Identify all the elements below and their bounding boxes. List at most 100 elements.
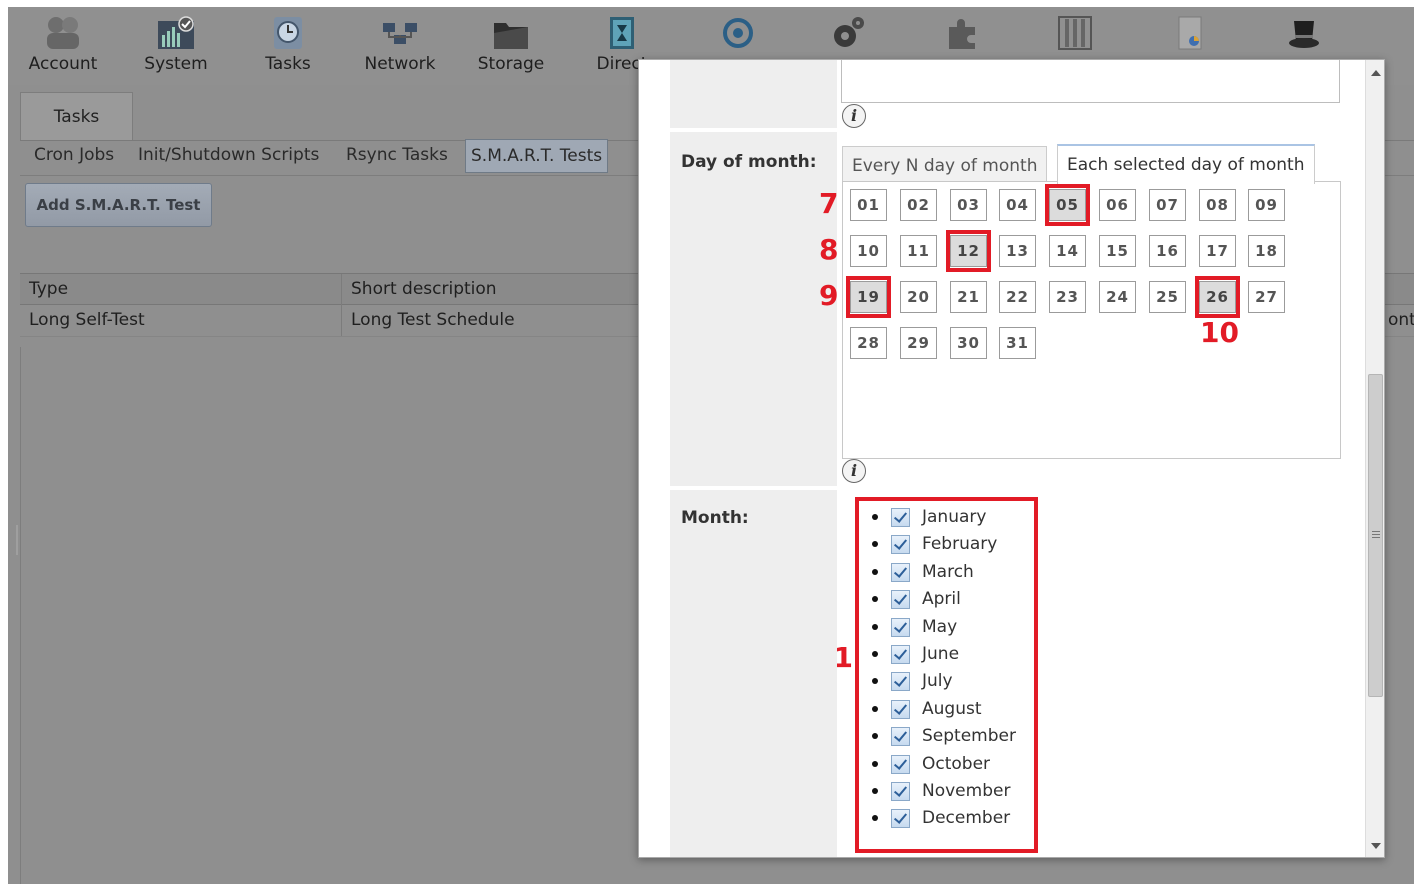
highlight-box-19 (846, 276, 891, 318)
day-button-11[interactable]: 11 (900, 235, 937, 267)
cell-truncated: ont (1388, 310, 1414, 330)
storage-icon (494, 23, 528, 49)
day-button-31[interactable]: 31 (999, 327, 1036, 359)
scrollbar-thumb[interactable] (1368, 374, 1383, 697)
network-icon (383, 23, 417, 44)
tasks-icon (274, 17, 302, 49)
day-button-13[interactable]: 13 (999, 235, 1036, 267)
label-column-top (670, 60, 837, 128)
bullet-icon (872, 596, 878, 602)
checkbox-october[interactable] (891, 755, 910, 774)
day-button-17[interactable]: 17 (1199, 235, 1236, 267)
column-header-type[interactable]: Type (20, 274, 342, 305)
month-label-november: November (922, 781, 1011, 801)
checkbox-february[interactable] (891, 535, 910, 554)
day-button-03[interactable]: 03 (950, 189, 987, 221)
add-smart-test-button[interactable]: Add S.M.A.R.T. Test (25, 183, 212, 227)
day-button-15[interactable]: 15 (1099, 235, 1136, 267)
bullet-icon (872, 788, 878, 794)
highlight-box-26 (1195, 276, 1240, 318)
info-icon[interactable]: i (842, 459, 866, 483)
bullet-icon (872, 624, 878, 630)
bullet-icon (872, 733, 878, 739)
month-label-august: August (922, 699, 982, 719)
tab-every-n-day[interactable]: Every N day of month (842, 146, 1048, 182)
description-textarea[interactable] (841, 60, 1340, 103)
nav-item-network[interactable]: Network (358, 7, 442, 85)
cell-short-description: Long Test Schedule (351, 310, 515, 330)
day-button-30[interactable]: 30 (950, 327, 987, 359)
annotation-10: 10 (1200, 316, 1239, 349)
info-icon[interactable]: i (842, 104, 866, 128)
nav-label-network: Network (364, 54, 436, 74)
day-button-10[interactable]: 10 (850, 235, 887, 267)
month-label-september: September (922, 726, 1016, 746)
day-button-06[interactable]: 06 (1099, 189, 1136, 221)
day-button-08[interactable]: 08 (1199, 189, 1236, 221)
month-label-october: October (922, 754, 991, 774)
day-button-28[interactable]: 28 (850, 327, 887, 359)
system-icon (158, 16, 194, 49)
tab-tasks[interactable]: Tasks (20, 92, 133, 140)
column-header-short-description[interactable]: Short description (342, 274, 642, 305)
checkbox-march[interactable] (891, 563, 910, 582)
month-label-february: February (922, 534, 998, 554)
bullet-icon (872, 761, 878, 767)
day-button-29[interactable]: 29 (900, 327, 937, 359)
nav-item-system[interactable]: System (136, 7, 216, 85)
dialog-scrollbar[interactable] (1365, 60, 1384, 857)
nav-label-account: Account (28, 54, 98, 74)
checkbox-august[interactable] (891, 700, 910, 719)
checkbox-december[interactable] (891, 809, 910, 828)
subtab-init-shutdown-scripts[interactable]: Init/Shutdown Scripts (138, 139, 319, 173)
nav-item-storage[interactable]: Storage (471, 7, 551, 85)
month-label-april: April (922, 589, 961, 609)
checkbox-september[interactable] (891, 727, 910, 746)
scroll-up-arrow-icon[interactable] (1371, 70, 1381, 76)
day-button-04[interactable]: 04 (999, 189, 1036, 221)
day-button-20[interactable]: 20 (900, 281, 937, 313)
panel-left-border (20, 347, 21, 884)
month-label-july: July (922, 671, 953, 691)
bullet-icon (872, 569, 878, 575)
nav-label-system: System (144, 54, 208, 74)
resize-handle[interactable] (16, 525, 18, 555)
day-button-14[interactable]: 14 (1049, 235, 1086, 267)
checkbox-november[interactable] (891, 782, 910, 801)
tab-each-selected-day[interactable]: Each selected day of month (1057, 144, 1315, 184)
grip-line (1372, 534, 1380, 535)
month-label-december: December (922, 808, 1011, 828)
day-button-09[interactable]: 09 (1248, 189, 1285, 221)
day-button-18[interactable]: 18 (1248, 235, 1285, 267)
subtab-cron-jobs[interactable]: Cron Jobs (34, 139, 114, 173)
bullet-icon (872, 706, 878, 712)
month-label-january: January (922, 507, 987, 527)
nav-item-tasks[interactable]: Tasks (248, 7, 328, 85)
checkbox-january[interactable] (891, 508, 910, 527)
grip-line (1372, 531, 1380, 532)
day-button-24[interactable]: 24 (1099, 281, 1136, 313)
highlight-box-12 (946, 230, 991, 272)
nav-item-account[interactable]: Account (23, 7, 103, 85)
day-button-01[interactable]: 01 (850, 189, 887, 221)
nav-label-storage: Storage (477, 54, 545, 74)
day-button-23[interactable]: 23 (1049, 281, 1086, 313)
subtab-rsync-tasks[interactable]: Rsync Tasks (346, 139, 448, 173)
checkbox-july[interactable] (891, 672, 910, 691)
day-button-07[interactable]: 07 (1149, 189, 1186, 221)
day-button-21[interactable]: 21 (950, 281, 987, 313)
checkbox-may[interactable] (891, 618, 910, 637)
label-column-month: Month: (670, 490, 837, 857)
day-button-16[interactable]: 16 (1149, 235, 1186, 267)
services-icon (834, 17, 864, 47)
day-button-27[interactable]: 27 (1248, 281, 1285, 313)
day-button-22[interactable]: 22 (999, 281, 1036, 313)
scroll-down-arrow-icon[interactable] (1371, 843, 1381, 849)
checkbox-april[interactable] (891, 590, 910, 609)
subtab-smart-tests[interactable]: S.M.A.R.T. Tests (465, 139, 609, 173)
day-button-25[interactable]: 25 (1149, 281, 1186, 313)
account-icon (47, 17, 79, 49)
checkbox-june[interactable] (891, 645, 910, 664)
day-button-02[interactable]: 02 (900, 189, 937, 221)
label-column-day-of-month: Day of month: (670, 132, 837, 486)
